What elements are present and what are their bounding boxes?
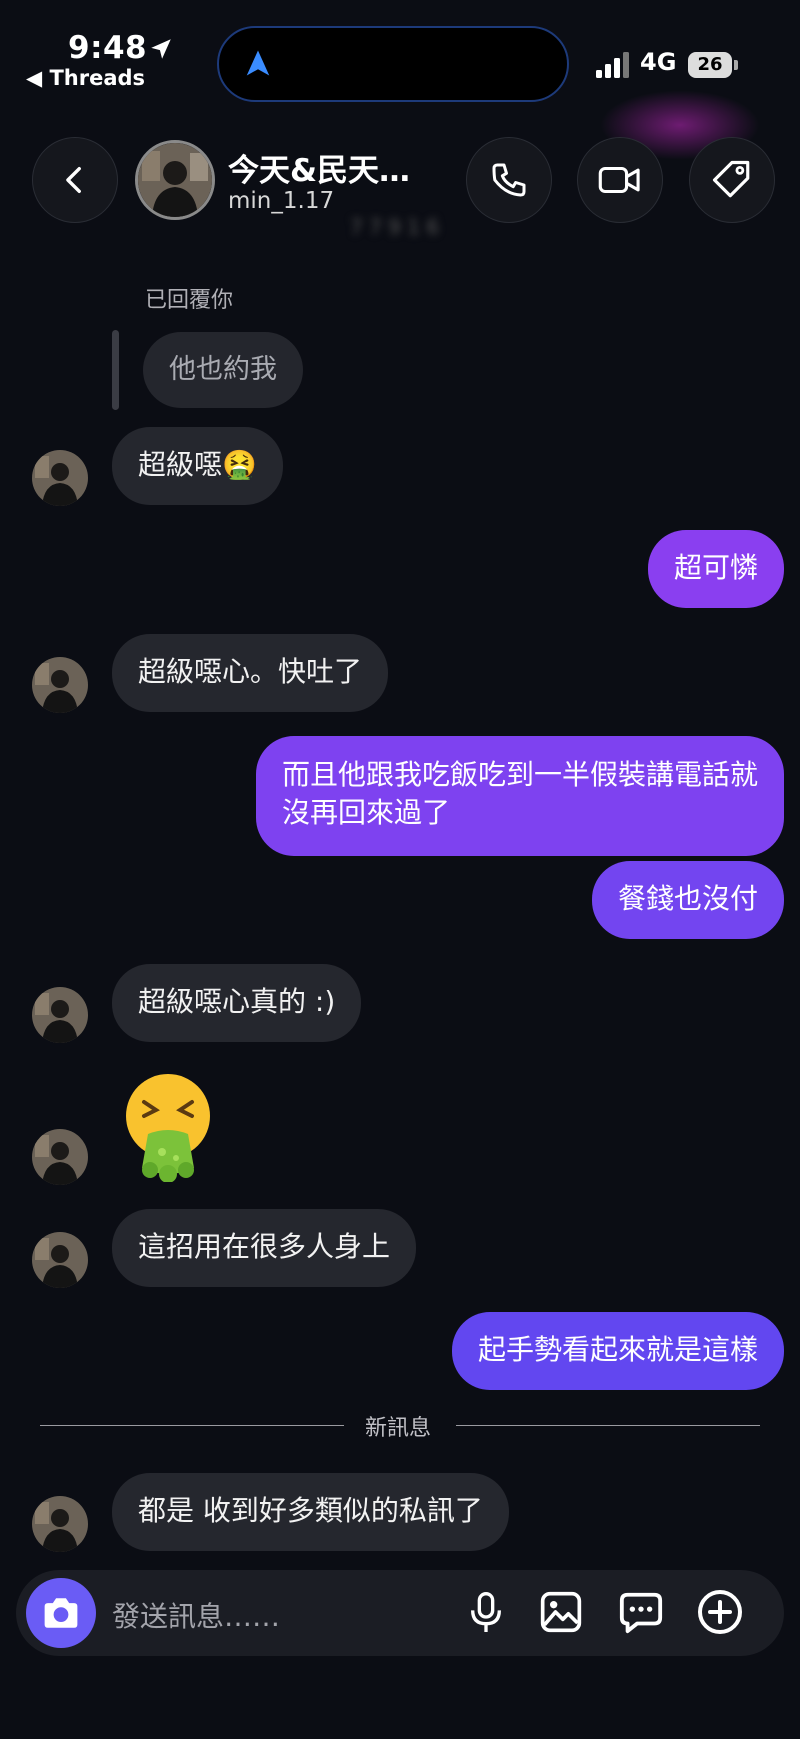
phone-icon bbox=[492, 163, 526, 197]
message-input[interactable]: 發送訊息…… bbox=[112, 1595, 280, 1635]
sender-avatar[interactable] bbox=[32, 1232, 88, 1288]
avatar-photo-icon bbox=[32, 657, 88, 713]
voice-call-button[interactable] bbox=[466, 137, 552, 223]
outgoing-message[interactable]: 超可憐 bbox=[647, 530, 784, 608]
message-line: 而且他跟我吃飯吃到一半假裝講電話就 bbox=[281, 758, 758, 791]
video-call-button[interactable] bbox=[577, 137, 663, 223]
status-time: 9:48 bbox=[68, 30, 148, 66]
chat-username: min_1.17 bbox=[228, 188, 335, 214]
sender-avatar[interactable] bbox=[32, 987, 88, 1043]
avatar-photo-icon bbox=[32, 987, 88, 1043]
back-to-app-link[interactable]: ◀ Threads bbox=[26, 66, 145, 90]
sender-avatar[interactable] bbox=[32, 1496, 88, 1552]
avatar-photo-icon bbox=[32, 1232, 88, 1288]
outgoing-message[interactable]: 餐錢也沒付 bbox=[591, 861, 784, 939]
incoming-message[interactable]: 超級噁心真的 :) bbox=[112, 964, 362, 1042]
video-icon bbox=[598, 166, 640, 194]
battery-tip bbox=[734, 60, 738, 70]
sender-avatar[interactable] bbox=[32, 450, 88, 506]
incoming-message[interactable]: 都是 收到好多類似的私訊了 bbox=[112, 1473, 509, 1551]
reply-label: 已回覆你 bbox=[145, 288, 234, 313]
emoji-message[interactable]: 🤮 bbox=[118, 1072, 218, 1183]
vomiting-face-icon bbox=[126, 1074, 210, 1183]
incoming-message[interactable]: 超級噁🤮 bbox=[112, 427, 283, 505]
emoji-text: 🤮 bbox=[118, 1072, 119, 1073]
outgoing-message[interactable]: 而且他跟我吃飯吃到一半假裝講電話就 沒再回來過了 bbox=[255, 736, 784, 856]
back-icon bbox=[66, 166, 81, 194]
chat-title[interactable]: 今天&民天… bbox=[228, 145, 410, 190]
incoming-message[interactable]: 超級噁心。快吐了 bbox=[112, 634, 389, 712]
more-options-button[interactable] bbox=[695, 1587, 745, 1637]
plus-icon bbox=[698, 1590, 742, 1634]
avatar-photo-icon bbox=[138, 143, 212, 217]
incoming-message[interactable]: 這招用在很多人身上 bbox=[112, 1209, 417, 1287]
back-button[interactable] bbox=[32, 137, 118, 223]
divider-right bbox=[456, 1425, 760, 1426]
sticker-button[interactable] bbox=[616, 1587, 666, 1637]
sender-avatar[interactable] bbox=[32, 1129, 88, 1185]
gallery-button[interactable] bbox=[536, 1587, 586, 1637]
new-messages-label: 新訊息 bbox=[365, 1416, 432, 1441]
voice-message-button[interactable] bbox=[461, 1587, 511, 1637]
outgoing-message[interactable]: 起手勢看起來就是這樣 bbox=[451, 1312, 784, 1390]
location-arrow-icon bbox=[151, 39, 171, 59]
sender-avatar[interactable] bbox=[32, 657, 88, 713]
navigation-arrow-icon bbox=[246, 50, 270, 76]
avatar-photo-icon bbox=[32, 1129, 88, 1185]
blurred-text: 7 7 9 1 6 bbox=[350, 215, 440, 239]
message-line: 沒再回來過了 bbox=[281, 796, 450, 829]
cellular-signal-icon bbox=[596, 52, 629, 78]
chat-avatar[interactable] bbox=[135, 140, 215, 220]
avatar-photo-icon bbox=[32, 450, 88, 506]
sticker-icon bbox=[619, 1592, 663, 1634]
microphone-icon bbox=[471, 1592, 501, 1632]
image-icon bbox=[540, 1591, 582, 1633]
battery-level: 26 bbox=[688, 52, 732, 78]
tag-button[interactable] bbox=[689, 137, 775, 223]
reply-quote-bubble[interactable]: 他也約我 bbox=[143, 332, 303, 408]
avatar-photo-icon bbox=[32, 1496, 88, 1552]
camera-button[interactable] bbox=[26, 1578, 96, 1648]
reply-quote-bar bbox=[112, 330, 119, 410]
tag-icon bbox=[712, 160, 750, 198]
network-type: 4G bbox=[640, 48, 677, 76]
divider-left bbox=[40, 1425, 344, 1426]
camera-icon bbox=[44, 1598, 78, 1628]
